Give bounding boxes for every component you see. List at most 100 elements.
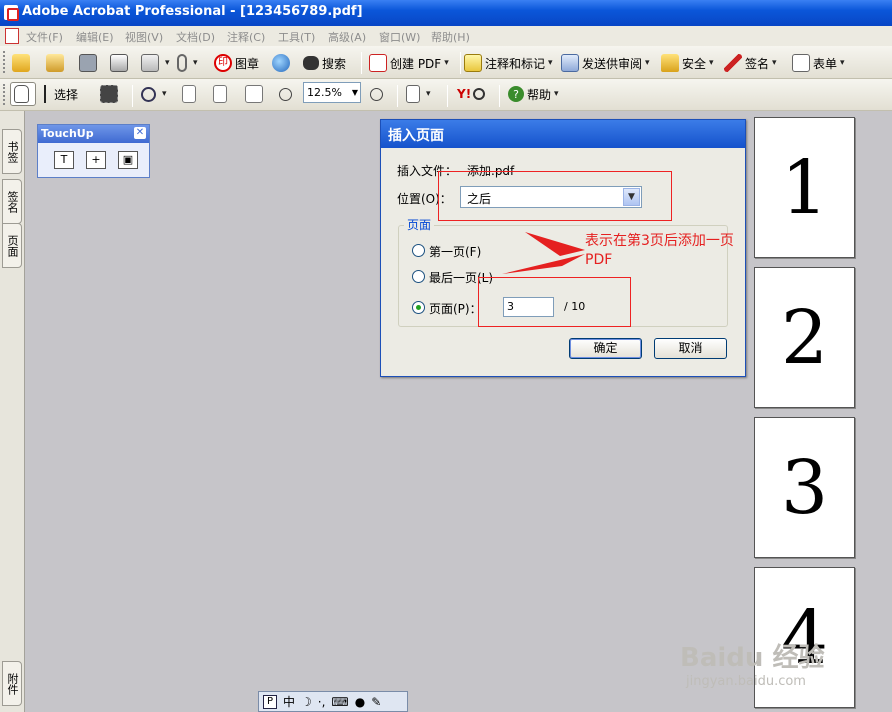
page-radio-label[interactable]: 页面(P)： — [429, 300, 482, 317]
acrobat-logo-icon — [4, 5, 19, 21]
title-bar: Adobe Acrobat Professional - [123456789.… — [0, 0, 892, 26]
window-title: Adobe Acrobat Professional - [123456789.… — [22, 4, 363, 19]
fit-width-icon — [245, 85, 263, 103]
search-icon — [473, 88, 486, 100]
menu-help[interactable]: 帮助(H) — [431, 29, 470, 45]
magnifier-icon — [141, 86, 156, 102]
actual-size-button[interactable] — [182, 82, 199, 106]
create-pdf-label: 创建 PDF — [390, 56, 442, 71]
page-group-label: 页面 — [404, 216, 435, 233]
menu-window[interactable]: 窗口(W) — [379, 29, 420, 45]
half-width-moon-icon[interactable]: ☽ — [301, 695, 312, 709]
touchup-object-tool[interactable]: + — [86, 151, 106, 169]
open-button[interactable] — [12, 51, 33, 75]
menu-document[interactable]: 文档(D) — [176, 29, 215, 45]
menu-advanced[interactable]: 高级(A) — [328, 29, 366, 45]
fit-height-icon — [213, 85, 227, 103]
send-review-button[interactable]: 发送供审阅 — [561, 51, 650, 75]
forms-label: 表单 — [813, 56, 838, 71]
help-icon: ? — [508, 86, 524, 102]
object-tool-icon: + — [91, 153, 101, 166]
tab-pages[interactable]: 页面 — [2, 223, 22, 268]
stamp-button[interactable]: 印 图章 — [214, 51, 259, 75]
web-button[interactable] — [272, 51, 293, 75]
forms-button[interactable]: 表单 — [792, 51, 845, 75]
first-page-radio[interactable] — [412, 244, 425, 257]
snapshot-button[interactable] — [100, 82, 121, 106]
arrow-upper — [525, 232, 585, 256]
create-pdf-icon — [369, 54, 387, 72]
organizer-button[interactable] — [46, 51, 67, 75]
comment-markup-button[interactable]: 注释和标记 — [464, 51, 553, 75]
zoom-in-button[interactable] — [141, 82, 167, 106]
mail-icon — [141, 54, 159, 72]
tab-bookmarks[interactable]: 书签 — [2, 129, 22, 174]
menu-comments[interactable]: 注释(C) — [227, 29, 265, 45]
search-button[interactable]: 搜索 — [303, 51, 346, 75]
menu-edit[interactable]: 编辑(E) — [76, 29, 114, 45]
attach-button[interactable] — [177, 51, 198, 75]
user-icon[interactable]: ● — [355, 695, 365, 709]
ok-button[interactable]: 确定 — [569, 338, 642, 359]
page-highlight-box — [478, 277, 631, 327]
zoom-in-plus-button[interactable] — [370, 82, 386, 106]
dialog-title-bar[interactable]: 插入页面 — [381, 120, 745, 148]
watermark-url: jingyan.baidu.com — [686, 674, 806, 689]
page-thumbnail-2[interactable]: 2 — [754, 267, 855, 408]
security-button[interactable]: 安全 — [661, 51, 714, 75]
tab-attachments[interactable]: 附件 — [2, 661, 22, 706]
touchup-text-tool[interactable]: T — [54, 151, 74, 169]
touchup-header[interactable]: TouchUp ✕ — [38, 125, 149, 143]
touchup-title: TouchUp — [41, 127, 94, 140]
position-highlight-box — [438, 171, 672, 221]
zoom-input[interactable]: 12.5% ▼ — [303, 82, 361, 103]
tab-signatures[interactable]: 签名 — [2, 179, 22, 224]
dialog-title: 插入页面 — [388, 128, 444, 144]
page-radio[interactable] — [412, 301, 425, 314]
language-mode[interactable]: 中 — [283, 693, 295, 710]
zoom-out-button[interactable] — [279, 82, 295, 106]
save-button[interactable] — [79, 51, 100, 75]
search-label: 搜索 — [322, 56, 347, 71]
toolbar-grip[interactable] — [3, 51, 6, 73]
last-page-radio[interactable] — [412, 270, 425, 283]
yahoo-button[interactable]: Y! — [457, 82, 486, 106]
sign-button[interactable]: 签名 — [724, 51, 777, 75]
wrench-icon[interactable]: ✎ — [371, 695, 381, 709]
view-toolbar: 选择 12.5% ▼ Y! ? 帮助 — [0, 79, 892, 111]
select-tool-button[interactable]: 选择 — [44, 82, 78, 106]
create-pdf-button[interactable]: 创建 PDF — [369, 51, 449, 75]
help-button[interactable]: ? 帮助 — [508, 82, 559, 106]
toolbar-grip[interactable] — [3, 84, 6, 105]
print-button[interactable] — [110, 51, 131, 75]
hand-tool-button[interactable] — [10, 82, 36, 106]
ime-icon[interactable]: P — [263, 694, 277, 709]
page-icon — [182, 85, 196, 103]
close-icon[interactable]: ✕ — [134, 127, 146, 139]
first-page-label[interactable]: 第一页(F) — [429, 243, 481, 260]
page-thumbnail-1[interactable]: 1 — [754, 117, 855, 258]
fit-page-button[interactable] — [213, 82, 230, 106]
forms-icon — [792, 54, 810, 72]
menu-tools[interactable]: 工具(T) — [278, 29, 315, 45]
rotate-button[interactable] — [406, 82, 431, 106]
camera-icon — [100, 85, 118, 103]
punctuation-icon[interactable]: ·, — [318, 695, 326, 709]
menu-view[interactable]: 视图(V) — [125, 29, 163, 45]
keyboard-icon[interactable]: ⌨ — [331, 695, 348, 709]
lock-icon — [661, 54, 679, 72]
touchup-reading-order-tool[interactable]: ▣ — [118, 151, 138, 169]
annotation-arrows — [502, 232, 585, 274]
reading-order-icon: ▣ — [122, 153, 134, 166]
email-button[interactable] — [141, 51, 170, 75]
menu-bar: 文件(F) 编辑(E) 视图(V) 文档(D) 注释(C) 工具(T) 高级(A… — [0, 26, 892, 46]
page-thumbnail-3[interactable]: 3 — [754, 417, 855, 558]
touchup-toolbar: TouchUp ✕ T + ▣ — [37, 124, 150, 178]
fit-width-button[interactable] — [245, 82, 266, 106]
printer-icon — [110, 54, 128, 72]
page-number: 2 — [780, 294, 829, 381]
plus-circle-icon — [370, 87, 383, 101]
cancel-button[interactable]: 取消 — [654, 338, 727, 359]
send-review-label: 发送供审阅 — [582, 56, 643, 71]
menu-file[interactable]: 文件(F) — [26, 29, 63, 45]
